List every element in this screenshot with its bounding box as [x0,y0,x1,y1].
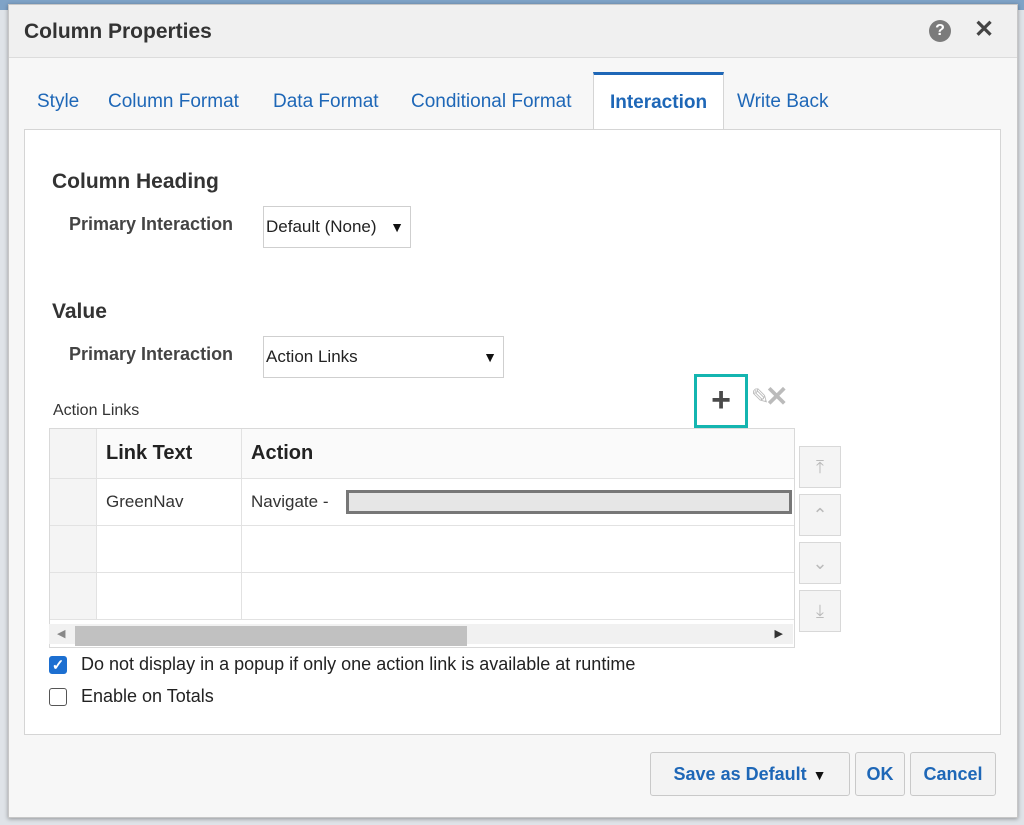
dialog-title: Column Properties [24,20,212,43]
column-properties-dialog: Column Properties ? ✕ Style Column Forma… [8,4,1018,818]
tab-column-format[interactable]: Column Format [108,72,239,130]
scrollbar-thumb[interactable] [75,626,467,646]
save-as-default-button[interactable]: Save as Default ▼ [650,752,850,796]
redacted-url-box [346,490,792,514]
tab-write-back[interactable]: Write Back [737,72,829,130]
value-primary-interaction-label: Primary Interaction [69,344,234,364]
column-header-action[interactable]: Action [242,429,794,478]
heading-primary-interaction-value: Default (None) [266,217,377,236]
tab-interaction[interactable]: Interaction [593,72,724,131]
table-row[interactable] [50,526,794,573]
interaction-panel: Column Heading Primary Interaction Defau… [24,129,1001,735]
background-edge [0,190,6,230]
enable-totals-checkbox[interactable] [49,688,67,706]
plus-icon: + [711,381,731,419]
table-header-row: Link Text Action [50,429,794,479]
move-down-button[interactable]: ⌄ [799,542,841,584]
no-popup-checkbox[interactable]: ✓ [49,656,67,674]
column-heading-title: Column Heading [52,170,219,193]
delete-icon[interactable]: ✕ [765,380,788,413]
action-cell[interactable]: Navigate - [242,479,794,525]
background-edge [1018,346,1024,366]
horizontal-scrollbar[interactable]: ◀ ▶ [49,624,793,646]
column-header-link-text[interactable]: Link Text [97,429,242,478]
enable-totals-label: Enable on Totals [81,686,214,706]
table-row[interactable]: GreenNav Navigate - [50,479,794,526]
action-links-label: Action Links [53,402,140,419]
chevron-down-icon: ▼ [483,349,497,365]
no-popup-label: Do not display in a popup if only one ac… [81,654,636,674]
link-text-cell[interactable] [97,573,242,619]
tab-bar: Style Column Format Data Format Conditio… [24,72,1002,131]
scroll-right-icon[interactable]: ▶ [775,627,783,640]
tab-conditional-format[interactable]: Conditional Format [411,72,572,130]
help-icon[interactable]: ? [929,20,951,42]
link-text-cell[interactable]: GreenNav [97,479,242,525]
background-edge [1018,306,1024,326]
value-primary-interaction-select[interactable]: Action Links ▼ [263,336,504,378]
tab-style[interactable]: Style [37,72,79,130]
row-header-cell [50,526,97,572]
ok-button[interactable]: OK [855,752,905,796]
action-cell[interactable] [242,573,794,619]
heading-primary-interaction-select[interactable]: Default (None) ▼ [263,206,411,248]
add-action-link-button[interactable]: + [694,374,748,428]
tab-data-format[interactable]: Data Format [273,72,379,130]
row-header-cell [50,429,97,478]
move-to-top-button[interactable]: ⤒ [799,446,841,488]
heading-primary-interaction-label: Primary Interaction [69,214,234,234]
link-text-cell[interactable] [97,526,242,572]
move-down-icon: ⌄ [812,553,828,573]
chevron-down-icon: ▼ [390,219,404,235]
action-cell[interactable] [242,526,794,572]
row-header-cell [50,479,97,525]
table-row[interactable] [50,573,794,620]
move-up-button[interactable]: ⌃ [799,494,841,536]
scroll-left-icon[interactable]: ◀ [57,627,65,640]
move-bottom-icon: ⤓ [816,601,824,621]
chevron-down-icon: ▼ [812,767,827,783]
move-to-bottom-button[interactable]: ⤓ [799,590,841,632]
dialog-titlebar: Column Properties ? ✕ [9,5,1017,58]
close-icon[interactable]: ✕ [974,17,994,43]
value-primary-interaction-value: Action Links [266,347,358,366]
action-links-table: Link Text Action GreenNav Navigate - [49,428,795,648]
value-title: Value [52,300,107,323]
move-top-icon: ⤒ [816,457,824,477]
cancel-button[interactable]: Cancel [910,752,996,796]
row-header-cell [50,573,97,619]
move-up-icon: ⌃ [812,505,828,525]
